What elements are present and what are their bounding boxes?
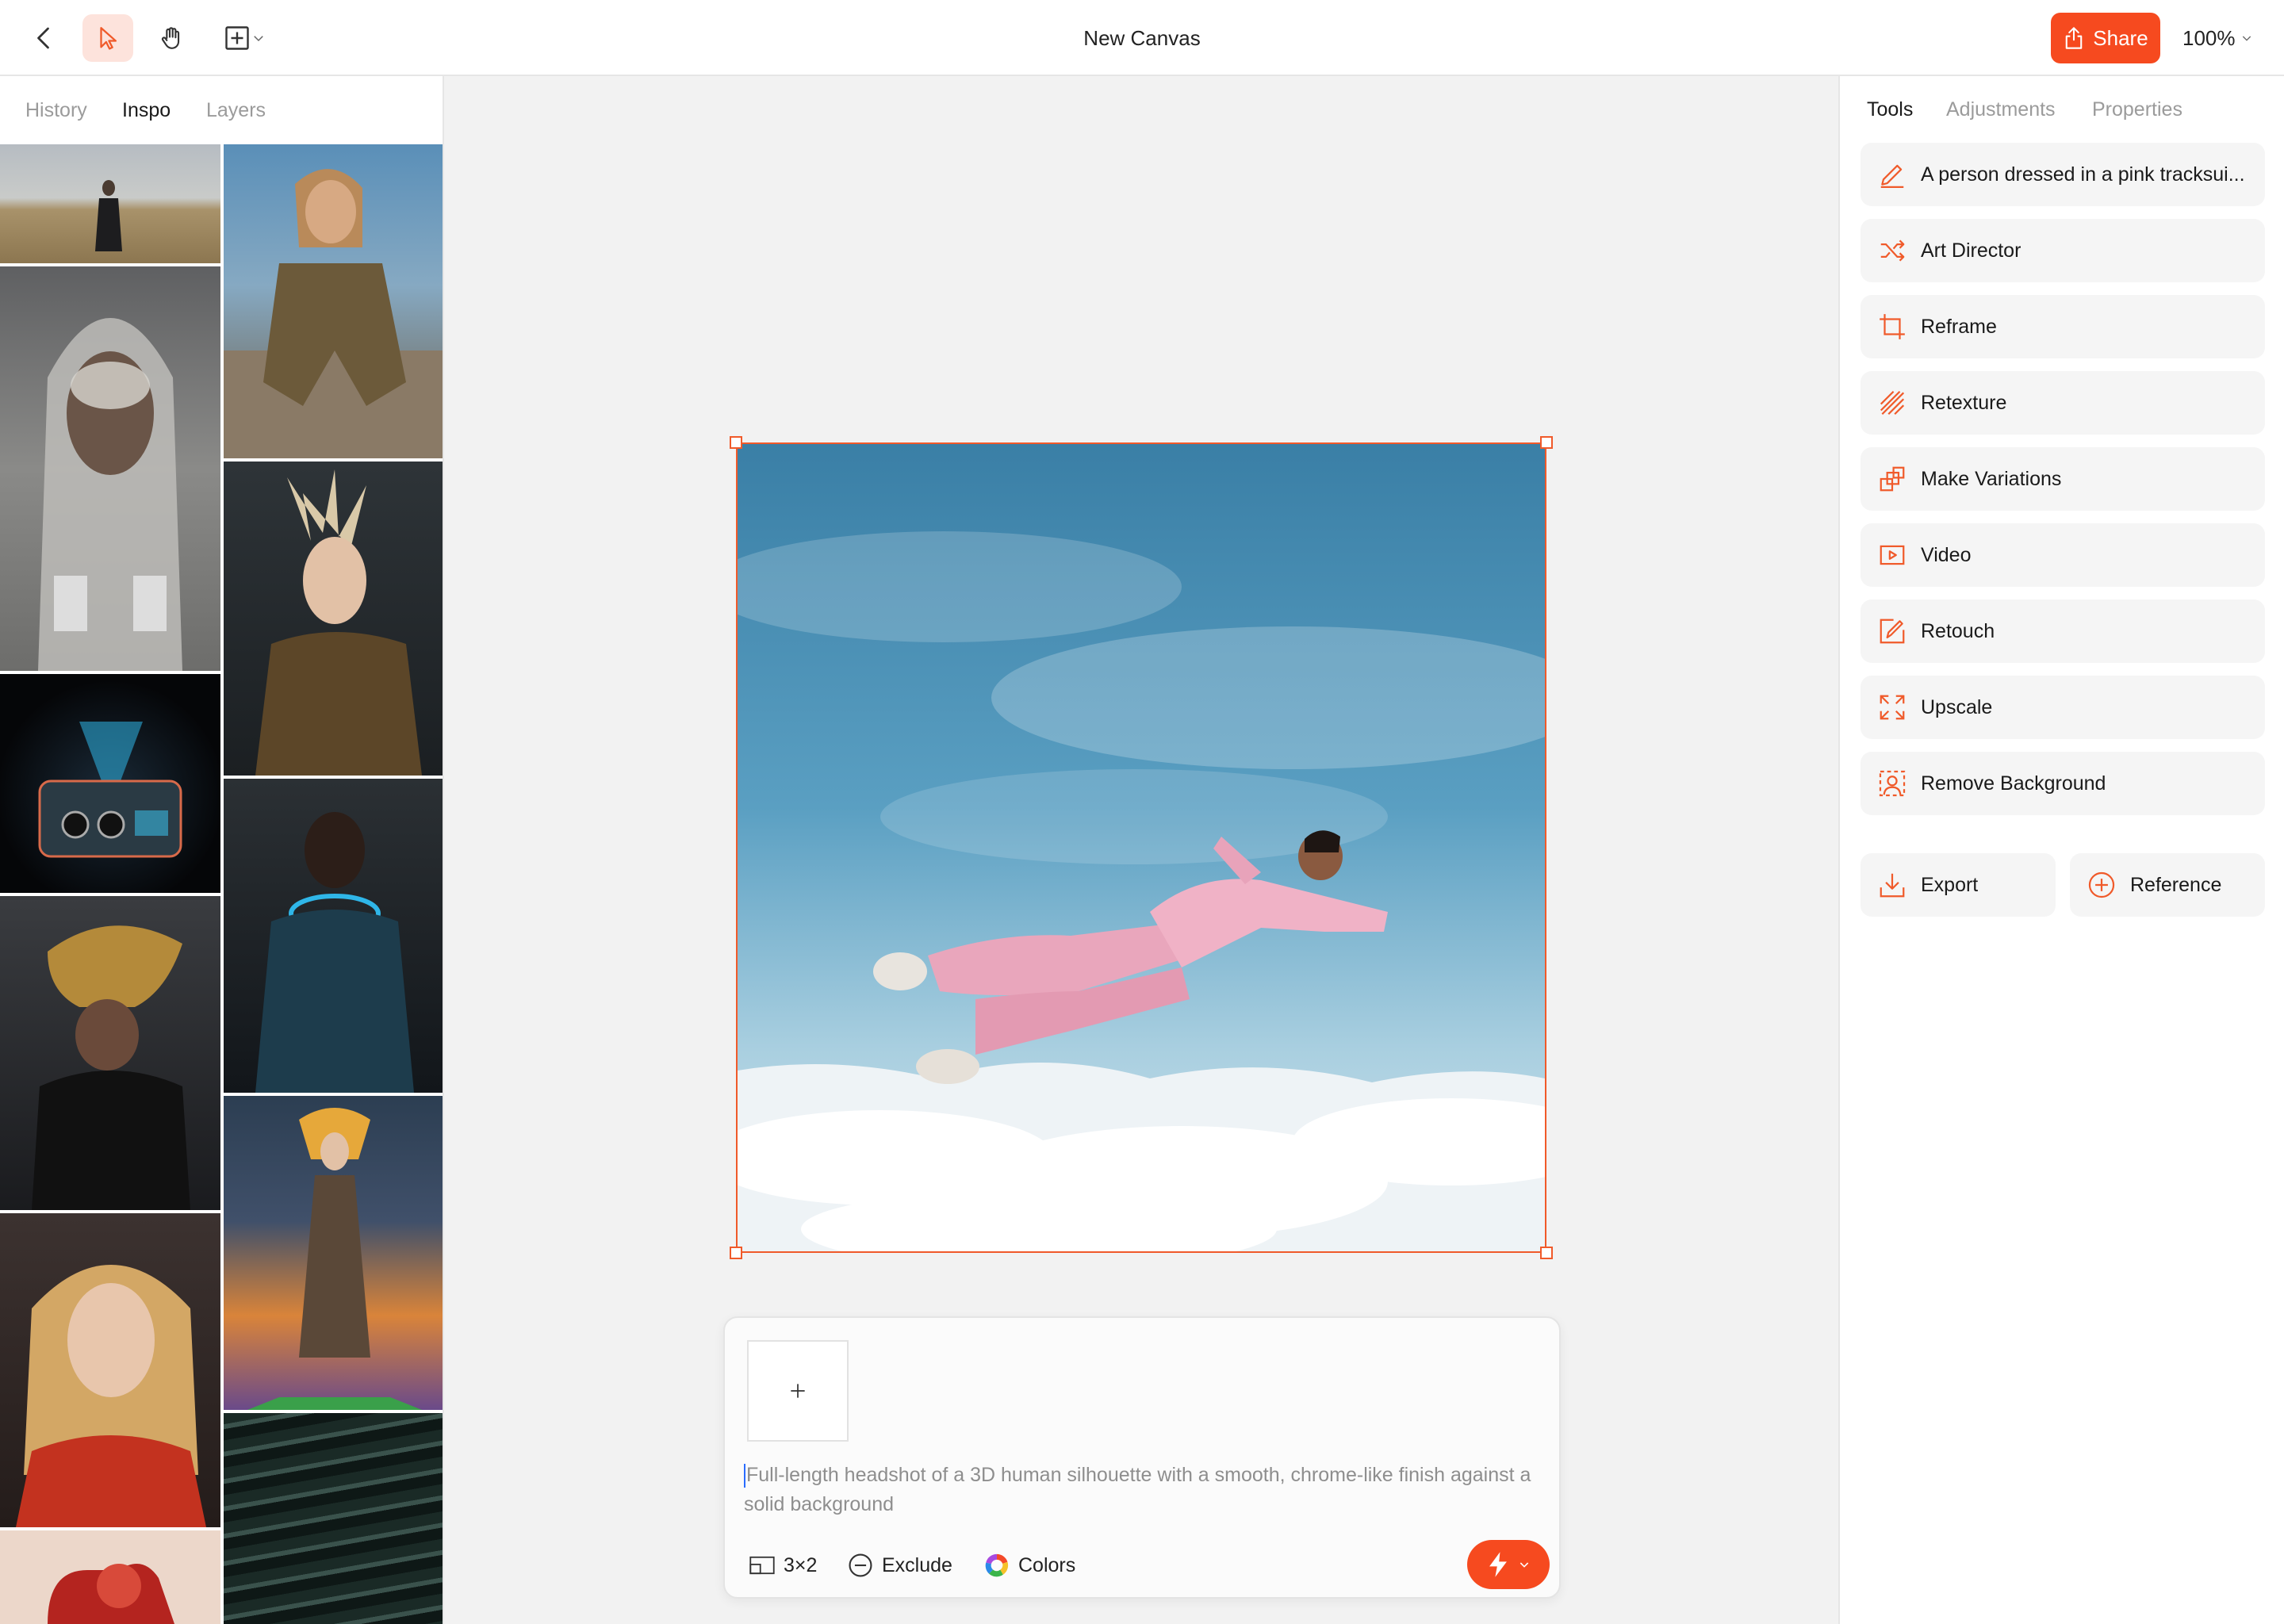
texture-icon: [1876, 387, 1908, 419]
color-wheel-icon: [985, 1553, 1009, 1577]
tool-remove-background[interactable]: Remove Background: [1861, 752, 2265, 815]
chevron-down-icon: [2242, 36, 2251, 41]
export-button[interactable]: Export: [1861, 853, 2056, 917]
aspect-ratio-icon: [749, 1556, 775, 1575]
inspo-thumbnail-device[interactable]: [0, 674, 220, 893]
inspo-thumbnail-spiky[interactable]: [224, 462, 443, 776]
tool-label: A person dressed in a pink tracksui...: [1921, 163, 2245, 186]
colors-button[interactable]: Colors: [983, 1548, 1075, 1583]
pencil-icon: [1876, 159, 1908, 190]
tab-properties[interactable]: Properties: [2092, 76, 2182, 143]
plus-circle-icon: [2086, 869, 2117, 901]
tool-make-variations[interactable]: Make Variations: [1861, 447, 2265, 511]
zoom-dropdown[interactable]: 100%: [2182, 13, 2253, 63]
share-button[interactable]: Share: [2051, 13, 2160, 63]
tool-label: Retouch: [1921, 619, 1995, 642]
prompt-input[interactable]: Full-length headshot of a 3D human silho…: [744, 1461, 1537, 1519]
hand-icon: [161, 27, 180, 49]
tool-retouch[interactable]: Retouch: [1861, 599, 2265, 663]
tool-video[interactable]: Video: [1861, 523, 2265, 587]
resize-handle-bottom-right[interactable]: [1540, 1247, 1553, 1259]
right-panel: Tools Adjustments Properties A person dr…: [1838, 76, 2284, 1624]
reference-label: Reference: [2130, 873, 2222, 896]
canvas-title: New Canvas: [1083, 26, 1201, 50]
generate-button[interactable]: [1467, 1540, 1550, 1589]
tab-history[interactable]: History: [25, 76, 87, 144]
crop-icon: [1876, 311, 1908, 343]
tool-art-director[interactable]: Art Director: [1861, 219, 2265, 282]
aspect-ratio-button[interactable]: 3×2: [749, 1548, 817, 1583]
inspo-thumbnail-runway[interactable]: [224, 1096, 443, 1410]
text-caret: [744, 1464, 745, 1488]
resize-handle-bottom-left[interactable]: [730, 1247, 742, 1259]
tool-label: Art Director: [1921, 239, 2021, 262]
select-tool-button[interactable]: [82, 14, 133, 62]
tool-upscale[interactable]: Upscale: [1861, 676, 2265, 739]
left-tabs: History Inspo Layers: [0, 76, 443, 144]
video-icon: [1876, 539, 1908, 571]
tab-inspo[interactable]: Inspo: [122, 76, 171, 144]
remove-background-icon: [1876, 768, 1908, 799]
exclude-button[interactable]: Exclude: [847, 1548, 952, 1583]
aspect-ratio-label: 3×2: [784, 1553, 818, 1576]
inspo-thumbnail-teal-jacket[interactable]: [224, 779, 443, 1093]
inspo-thumbnail-blonde[interactable]: [0, 1213, 220, 1527]
colors-label: Colors: [1018, 1553, 1076, 1576]
share-icon: [2066, 27, 2083, 49]
tool-label: Make Variations: [1921, 467, 2062, 490]
cursor-arrow-icon: [100, 27, 117, 50]
tool-retexture[interactable]: Retexture: [1861, 371, 2265, 435]
exclude-label: Exclude: [882, 1553, 952, 1576]
retouch-icon: [1876, 615, 1908, 647]
inspo-gallery: [0, 144, 443, 1624]
export-label: Export: [1921, 873, 1979, 896]
tool-label: Video: [1921, 543, 1972, 566]
tab-tools[interactable]: Tools: [1867, 76, 1913, 143]
prompt-placeholder: Full-length headshot of a 3D human silho…: [744, 1464, 1531, 1515]
tool-label: Upscale: [1921, 695, 1993, 718]
tool-label: Reframe: [1921, 315, 1997, 338]
inspo-thumbnail-hood[interactable]: [0, 266, 220, 671]
upscale-icon: [1876, 691, 1908, 723]
inspo-thumbnail-field[interactable]: [0, 144, 220, 263]
tool-label: Retexture: [1921, 391, 2007, 414]
inspo-thumbnail-abstract[interactable]: [0, 1530, 220, 1624]
tab-layers[interactable]: Layers: [206, 76, 266, 144]
reference-button[interactable]: Reference: [2070, 853, 2265, 917]
lightning-icon: [1489, 1552, 1507, 1577]
variations-icon: [1876, 463, 1908, 495]
left-panel: History Inspo Layers: [0, 76, 444, 1624]
zoom-value: 100%: [2182, 26, 2236, 50]
generated-image: [738, 444, 1545, 1251]
resize-handle-top-left[interactable]: [730, 436, 742, 449]
inspo-thumbnail-ocean[interactable]: [224, 1413, 443, 1624]
tool-reframe[interactable]: Reframe: [1861, 295, 2265, 358]
prompt-composer: Full-length headshot of a 3D human silho…: [723, 1316, 1561, 1599]
download-icon: [1876, 869, 1908, 901]
back-button[interactable]: [21, 14, 68, 62]
canvas-image[interactable]: [736, 442, 1546, 1253]
add-reference-image-button[interactable]: [747, 1340, 849, 1442]
tool-label: Remove Background: [1921, 772, 2106, 795]
add-frame-icon: [225, 26, 249, 50]
inspo-thumbnail-gold-mask[interactable]: [0, 896, 220, 1210]
share-label: Share: [2093, 25, 2148, 50]
chevron-down-icon: [1519, 1562, 1529, 1568]
plus-icon: [791, 1384, 805, 1398]
resize-handle-top-right[interactable]: [1540, 436, 1553, 449]
chevron-down-icon: [254, 36, 263, 42]
add-frame-button[interactable]: [216, 14, 273, 62]
shuffle-icon: [1876, 235, 1908, 266]
tab-adjustments[interactable]: Adjustments: [1946, 76, 2056, 143]
chevron-left-icon: [37, 27, 49, 49]
inspo-thumbnail-seated[interactable]: [224, 144, 443, 458]
top-bar: New Canvas Share 100%: [0, 0, 2284, 76]
hand-tool-button[interactable]: [148, 14, 195, 62]
tool-prompt[interactable]: A person dressed in a pink tracksui...: [1861, 143, 2265, 206]
minus-circle-icon: [849, 1553, 872, 1577]
